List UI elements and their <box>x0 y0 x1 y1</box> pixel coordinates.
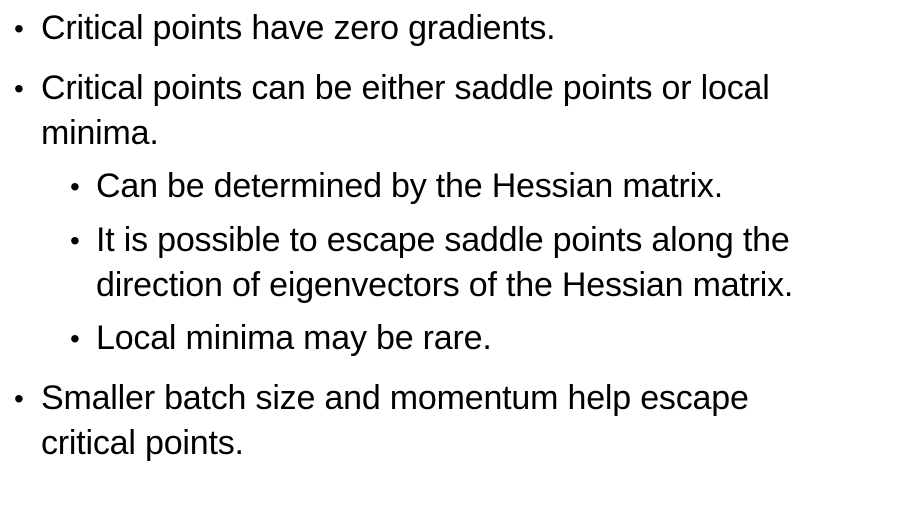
bullet-dot: • <box>14 73 24 104</box>
bullet-dot: • <box>70 225 80 256</box>
bullet-text: Critical points can be either saddle poi… <box>41 66 770 156</box>
bullet-line: critical points. <box>41 424 244 462</box>
bullet-line: It is possible to escape saddle points a… <box>96 221 790 259</box>
bullet-text: Smaller batch size and momentum help esc… <box>41 376 749 466</box>
bullet-line: Critical points can be either saddle poi… <box>41 69 770 107</box>
bullet-text: Local minima may be rare. <box>96 316 492 361</box>
bullet-dot: • <box>70 323 80 354</box>
bullet-line: Local minima may be rare. <box>96 319 492 357</box>
bullet-line: direction of eigenvectors of the Hessian… <box>96 266 794 304</box>
bullet-text: Critical points have zero gradients. <box>41 6 556 51</box>
bullet-line: Smaller batch size and momentum help esc… <box>41 379 749 417</box>
bullet-line: minima. <box>41 114 159 152</box>
bullet-dot: • <box>70 171 80 202</box>
bullet-text: It is possible to escape saddle points a… <box>96 218 793 308</box>
bullet-dot: • <box>14 13 24 44</box>
bullet-line: Can be determined by the Hessian matrix. <box>96 167 723 205</box>
bullet-dot: • <box>14 383 24 414</box>
slide: • Critical points have zero gradients. •… <box>0 0 923 505</box>
bullet-text: Can be determined by the Hessian matrix. <box>96 164 723 209</box>
bullet-line: Critical points have zero gradients. <box>41 9 556 47</box>
